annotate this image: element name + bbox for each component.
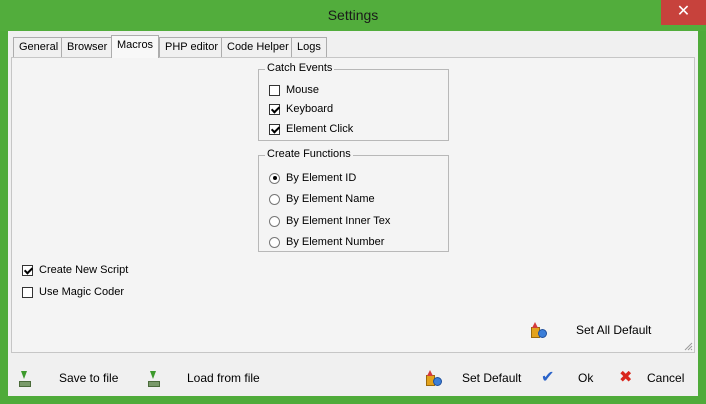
cancel-button[interactable]: ✖ Cancel [619, 367, 684, 389]
set-default-button[interactable]: Set Default [425, 367, 521, 389]
create-new-script-checkbox[interactable]: Create New Script [22, 263, 128, 277]
ok-label: Ok [578, 371, 594, 385]
save-to-file-label: Save to file [59, 371, 119, 385]
window-title: Settings [327, 7, 379, 23]
macros-tab-page: Catch Events Mouse Keyboard Element Clic… [11, 57, 695, 353]
download-arrow-icon [16, 370, 32, 387]
keyboard-checkbox[interactable]: Keyboard [269, 102, 333, 116]
by-element-number-radio-circle[interactable] [269, 236, 280, 248]
load-from-file-label: Load from file [187, 371, 260, 385]
by-element-inner-text-radio-circle[interactable] [269, 215, 280, 227]
element-click-check-box[interactable] [269, 123, 280, 135]
by-element-id-radio[interactable]: By Element ID [269, 171, 356, 185]
tab-logs[interactable]: Logs [291, 37, 327, 57]
tab-macros[interactable]: Macros [111, 35, 160, 58]
catch-events-group: Catch Events Mouse Keyboard Element Clic… [258, 62, 449, 141]
mouse-check-box[interactable] [269, 84, 280, 96]
shapes-icon [425, 370, 442, 386]
shapes-icon [530, 322, 547, 338]
tab-php-editor[interactable]: PHP editor [159, 37, 224, 57]
catch-events-title: Catch Events [265, 62, 335, 74]
keyboard-check-box[interactable] [269, 103, 280, 115]
by-element-id-radio-circle[interactable] [269, 172, 280, 184]
download-arrow-icon [145, 370, 161, 387]
use-magic-coder-label: Use Magic Coder [39, 286, 124, 298]
load-from-file-button[interactable]: Load from file [145, 367, 260, 389]
by-element-inner-text-radio[interactable]: By Element Inner Tex [269, 214, 390, 228]
settings-client-area: General Browser Macros PHP editor Code H… [8, 31, 698, 396]
checkmark-icon: ✔ [541, 369, 555, 386]
by-element-name-radio[interactable]: By Element Name [269, 192, 375, 206]
element-click-checkbox[interactable]: Element Click [269, 122, 353, 136]
tab-browser[interactable]: Browser [61, 37, 114, 57]
set-all-default-button[interactable]: Set All Default [530, 319, 651, 341]
tab-general[interactable]: General [13, 37, 65, 57]
create-new-script-check-box[interactable] [22, 264, 33, 276]
by-element-id-label: By Element ID [286, 172, 357, 184]
close-button[interactable]: ✕ [661, 0, 706, 25]
set-default-label: Set Default [462, 371, 522, 385]
create-new-script-label: Create New Script [39, 264, 129, 276]
by-element-inner-text-label: By Element Inner Tex [286, 215, 391, 227]
set-all-default-label: Set All Default [576, 323, 652, 337]
element-click-label: Element Click [286, 123, 354, 135]
mouse-checkbox[interactable]: Mouse [269, 83, 319, 97]
cancel-label: Cancel [647, 371, 685, 385]
use-magic-coder-checkbox[interactable]: Use Magic Coder [22, 285, 124, 299]
create-functions-group: Create Functions By Element ID By Elemen… [258, 148, 449, 252]
resize-grip-icon[interactable] [683, 341, 693, 351]
by-element-name-label: By Element Name [286, 193, 375, 205]
save-to-file-button[interactable]: Save to file [16, 367, 118, 389]
keyboard-label: Keyboard [286, 103, 334, 115]
red-x-icon: ✖ [619, 369, 633, 386]
create-functions-title: Create Functions [265, 148, 353, 160]
title-bar[interactable]: Settings ✕ [0, 0, 706, 31]
tab-code-helper[interactable]: Code Helper [221, 37, 295, 57]
by-element-number-label: By Element Number [286, 236, 385, 248]
ok-button[interactable]: ✔ Ok [541, 367, 593, 389]
mouse-label: Mouse [286, 84, 320, 96]
by-element-name-radio-circle[interactable] [269, 193, 280, 205]
use-magic-coder-check-box[interactable] [22, 286, 33, 298]
by-element-number-radio[interactable]: By Element Number [269, 235, 384, 249]
